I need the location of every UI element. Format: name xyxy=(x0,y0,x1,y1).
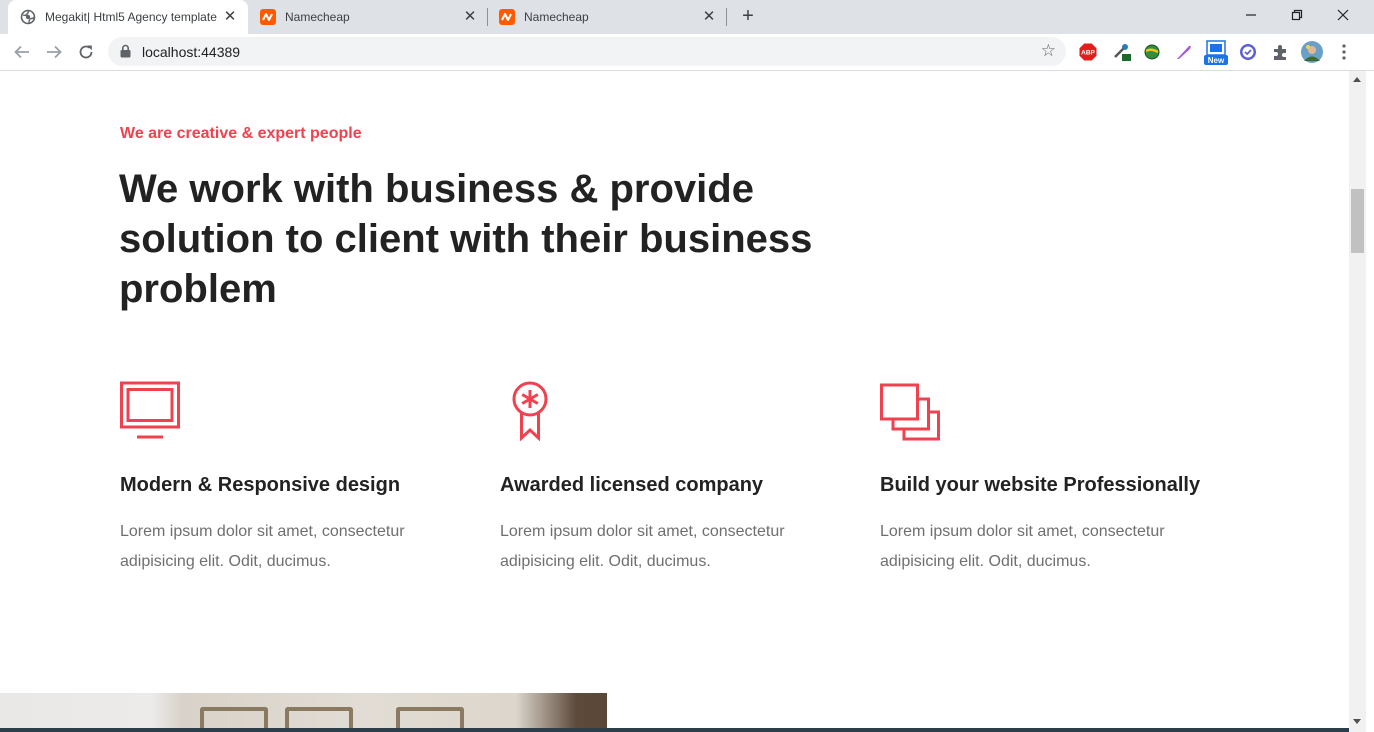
section-subheading: We are creative & expert people xyxy=(120,125,362,142)
new-badge-icon[interactable]: New xyxy=(1204,40,1228,66)
window-edge xyxy=(1366,71,1374,732)
scroll-down-arrow[interactable] xyxy=(1353,719,1361,724)
tab-namecheap-1[interactable]: Namecheap ✕ xyxy=(248,0,488,34)
namecheap-icon xyxy=(499,9,515,25)
arrow-left-icon xyxy=(14,45,29,59)
new-badge-label: New xyxy=(1208,56,1225,65)
feature-card: Build your website Professionally Lorem … xyxy=(880,381,1240,570)
feature-title: Modern & Responsive design xyxy=(120,474,401,496)
adblock-label: ABP xyxy=(1081,50,1095,57)
tab-strip: Megakit| Html5 Agency template ✕ Nameche… xyxy=(0,0,1374,34)
puzzle-icon[interactable] xyxy=(1270,42,1290,62)
feature-description: Lorem ipsum dolor sit amet, consectetur … xyxy=(880,523,1165,570)
tab-title: Namecheap xyxy=(524,10,589,24)
globe-extension-icon[interactable] xyxy=(1142,42,1162,62)
feature-title: Awarded licensed company xyxy=(500,474,764,496)
url-text: localhost:44389 xyxy=(142,44,241,60)
feature-description: Lorem ipsum dolor sit amet, consectetur … xyxy=(120,523,405,570)
tab-megakit[interactable]: Megakit| Html5 Agency template ✕ xyxy=(8,0,248,34)
forward-button[interactable] xyxy=(42,40,66,64)
dropper-icon[interactable] xyxy=(1112,42,1132,62)
tab-close-button[interactable]: ✕ xyxy=(222,9,238,25)
bottom-bar xyxy=(0,728,1349,732)
minimize-button[interactable] xyxy=(1228,0,1274,30)
adblock-plus-icon[interactable]: ABP xyxy=(1078,42,1098,62)
menu-icon[interactable] xyxy=(1334,42,1354,62)
tab-title: Namecheap xyxy=(285,10,350,24)
back-button[interactable] xyxy=(10,40,34,64)
close-window-button[interactable] xyxy=(1320,0,1366,30)
feature-card: Awarded licensed company Lorem ipsum dol… xyxy=(500,381,860,570)
address-bar[interactable]: localhost:44389 ☆ xyxy=(108,37,1066,66)
tab-namecheap-2[interactable]: Namecheap ✕ xyxy=(487,0,727,34)
monitor-icon xyxy=(120,381,184,441)
feature-title: Build your website Professionally xyxy=(880,474,1201,496)
globe-icon xyxy=(20,9,36,25)
section-image xyxy=(0,693,607,732)
tab-close-button[interactable]: ✕ xyxy=(701,9,717,25)
award-icon xyxy=(500,381,564,442)
feature-description: Lorem ipsum dolor sit amet, consectetur … xyxy=(500,523,785,570)
bookmark-star-icon[interactable]: ☆ xyxy=(1041,42,1056,60)
page-content: We are creative & expert people We work … xyxy=(0,71,1349,732)
feature-card: Modern & Responsive design Lorem ipsum d… xyxy=(120,381,480,570)
namecheap-icon xyxy=(260,9,276,25)
lock-icon xyxy=(120,44,131,63)
feather-icon[interactable] xyxy=(1174,42,1194,62)
layers-icon xyxy=(880,381,944,441)
tab-close-button[interactable]: ✕ xyxy=(462,9,478,25)
avatar[interactable] xyxy=(1301,41,1323,63)
section-heading: We work with business & provide solution… xyxy=(119,167,813,311)
arrow-right-icon xyxy=(47,45,62,59)
reload-icon xyxy=(79,45,93,59)
tab-separator xyxy=(726,8,727,26)
page-scrollbar[interactable] xyxy=(1349,71,1366,732)
new-tab-button[interactable]: + xyxy=(736,5,760,29)
browser-toolbar: localhost:44389 ☆ ABP New xyxy=(0,34,1374,71)
reload-button[interactable] xyxy=(74,40,98,64)
scroll-up-arrow[interactable] xyxy=(1353,77,1361,82)
scrollbar-thumb[interactable] xyxy=(1351,189,1364,253)
check-circle-icon[interactable] xyxy=(1238,42,1258,62)
tab-title: Megakit| Html5 Agency template xyxy=(45,10,217,24)
restore-button[interactable] xyxy=(1274,0,1320,30)
